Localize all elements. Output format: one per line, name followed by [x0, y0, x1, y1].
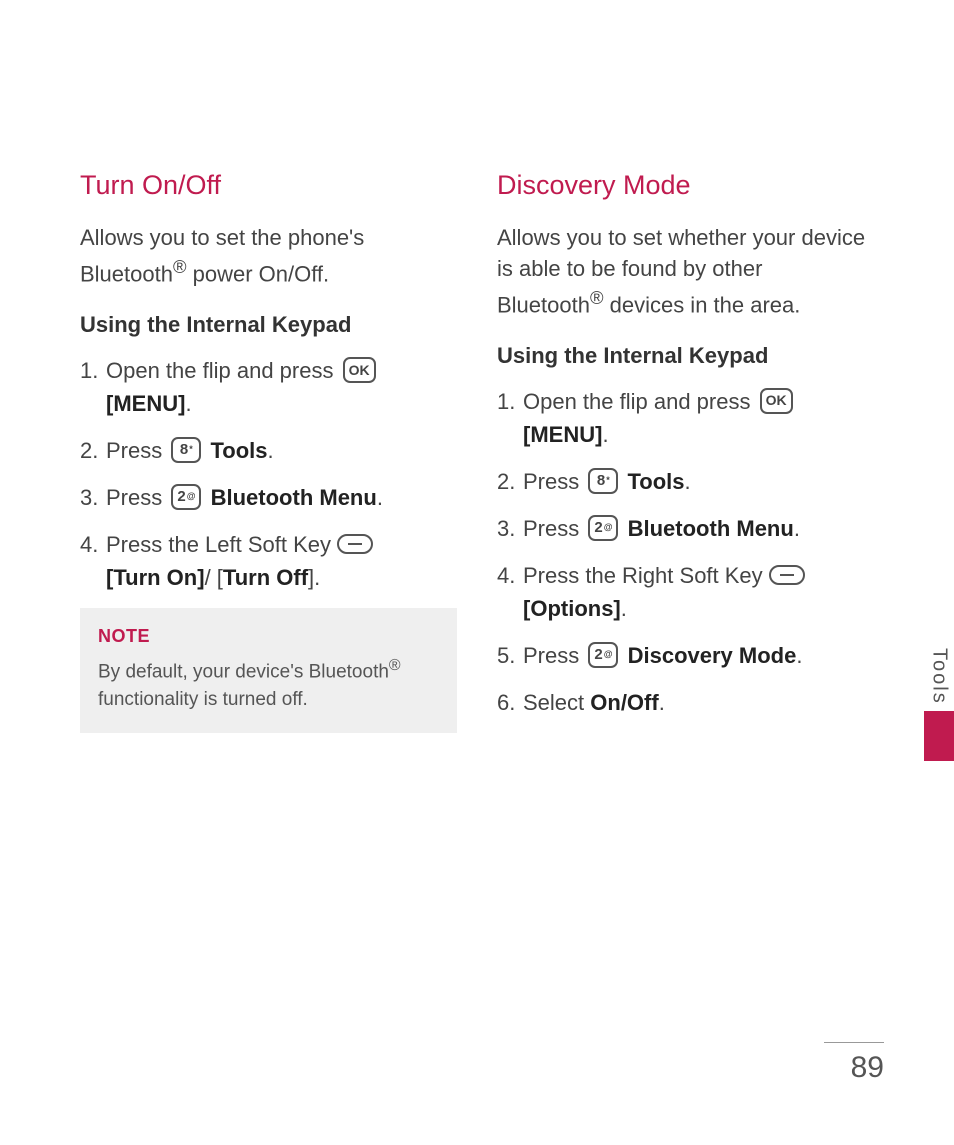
note-body: By default, your device's Bluetooth® fun… — [98, 655, 439, 713]
step-number: 6. — [497, 686, 523, 719]
dot: . — [796, 643, 802, 668]
step-1-right: 1. Open the flip and press OK [MENU]. — [497, 385, 874, 451]
two-key-icon: 2@ — [588, 515, 618, 541]
step-4-left: 4. Press the Left Soft Key [Turn On]/ [T… — [80, 528, 457, 594]
close-bracket: ]. — [308, 565, 320, 590]
two-key-icon: 2@ — [171, 484, 201, 510]
heading-turn-on-off: Turn On/Off — [80, 170, 457, 201]
registered-mark: ® — [173, 256, 187, 277]
step-number: 2. — [497, 465, 523, 498]
note-text-b: functionality is turned off. — [98, 689, 308, 710]
registered-mark: ® — [389, 657, 401, 674]
step-text: Press — [106, 485, 168, 510]
step-2-right: 2. Press 8* Tools. — [497, 465, 874, 498]
discovery-mode-label: Discovery Mode — [628, 643, 797, 668]
step-text: Select — [523, 690, 590, 715]
note-label: NOTE — [98, 626, 439, 647]
step-number: 5. — [497, 639, 523, 672]
registered-mark: ® — [590, 287, 604, 308]
step-text: Open the flip and press — [523, 389, 757, 414]
bluetooth-menu-label: Bluetooth Menu — [628, 516, 794, 541]
note-text-a: By default, your device's Bluetooth — [98, 661, 389, 682]
step-text: Press — [523, 516, 585, 541]
page-number: 89 — [824, 1051, 884, 1085]
tools-label: Tools — [627, 469, 684, 494]
step-number: 2. — [80, 434, 106, 467]
eight-key-icon: 8* — [171, 437, 201, 463]
page-number-rule — [824, 1042, 884, 1043]
dot: . — [659, 690, 665, 715]
dot: . — [377, 485, 383, 510]
step-number: 1. — [80, 354, 106, 420]
right-column: Discovery Mode Allows you to set whether… — [497, 170, 874, 733]
side-tab: Tools — [924, 648, 954, 761]
note-box: NOTE By default, your device's Bluetooth… — [80, 608, 457, 733]
step-3-left: 3. Press 2@ Bluetooth Menu. — [80, 481, 457, 514]
left-column: Turn On/Off Allows you to set the phone'… — [80, 170, 457, 733]
dot: . — [185, 391, 191, 416]
dot: . — [268, 438, 274, 463]
step-number: 4. — [80, 528, 106, 594]
on-off-label: On/Off — [590, 690, 658, 715]
step-number: 4. — [497, 559, 523, 625]
step-text: Press — [523, 643, 585, 668]
step-1-left: 1. Open the flip and press OK [MENU]. — [80, 354, 457, 420]
step-text: Press the Left Soft Key — [106, 532, 337, 557]
menu-label: [MENU] — [106, 391, 185, 416]
step-text: Press — [106, 438, 168, 463]
dot: . — [621, 596, 627, 621]
subhead-right: Using the Internal Keypad — [497, 343, 874, 369]
intro-text-b: power On/Off. — [186, 261, 329, 286]
intro-left: Allows you to set the phone's Bluetooth®… — [80, 223, 457, 290]
dot: . — [794, 516, 800, 541]
dot: . — [602, 422, 608, 447]
step-number: 3. — [497, 512, 523, 545]
bluetooth-menu-label: Bluetooth Menu — [211, 485, 377, 510]
eight-key-icon: 8* — [588, 468, 618, 494]
step-5-right: 5. Press 2@ Discovery Mode. — [497, 639, 874, 672]
dot: . — [685, 469, 691, 494]
options-label: [Options] — [523, 596, 621, 621]
step-text: Press — [523, 469, 585, 494]
step-text: Open the flip and press — [106, 358, 340, 383]
page-number-area: 89 — [824, 1042, 884, 1085]
menu-label: [MENU] — [523, 422, 602, 447]
intro-text-b: devices in the area. — [603, 292, 800, 317]
ok-key-icon: OK — [760, 388, 793, 414]
step-6-right: 6. Select On/Off. — [497, 686, 874, 719]
ok-key-icon: OK — [343, 357, 376, 383]
sep: / [ — [205, 565, 223, 590]
step-number: 1. — [497, 385, 523, 451]
side-tab-bar — [924, 711, 954, 761]
two-key-icon: 2@ — [588, 642, 618, 668]
step-3-right: 3. Press 2@ Bluetooth Menu. — [497, 512, 874, 545]
step-4-right: 4. Press the Right Soft Key [Options]. — [497, 559, 874, 625]
step-text: Press the Right Soft Key — [523, 563, 769, 588]
side-tab-label: Tools — [928, 648, 951, 705]
step-number: 3. — [80, 481, 106, 514]
left-soft-key-icon — [337, 534, 373, 554]
subhead-left: Using the Internal Keypad — [80, 312, 457, 338]
turn-off-label: Turn Off — [223, 565, 308, 590]
step-2-left: 2. Press 8* Tools. — [80, 434, 457, 467]
turn-on-label: [Turn On] — [106, 565, 205, 590]
heading-discovery-mode: Discovery Mode — [497, 170, 874, 201]
right-soft-key-icon — [769, 565, 805, 585]
tools-label: Tools — [210, 438, 267, 463]
intro-right: Allows you to set whether your device is… — [497, 223, 874, 321]
